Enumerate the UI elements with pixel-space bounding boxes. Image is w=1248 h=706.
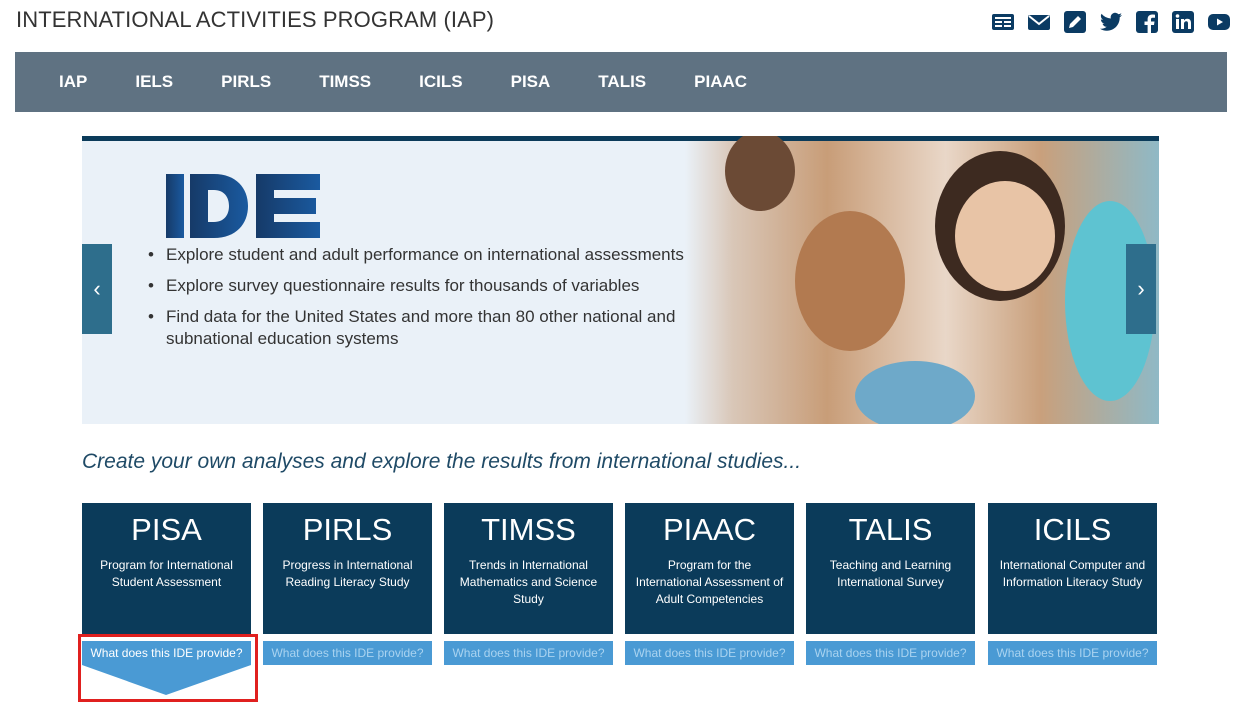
provide-button-icils[interactable]: What does this IDE provide? bbox=[988, 641, 1157, 665]
nav-item-pirls[interactable]: PIRLS bbox=[221, 72, 271, 92]
carousel-next-button[interactable]: › bbox=[1126, 244, 1156, 334]
card-piaac[interactable]: PIAAC Program for the International Asse… bbox=[625, 503, 794, 634]
card-pisa[interactable]: PISA Program for International Student A… bbox=[82, 503, 251, 634]
card-full-name: Progress in International Reading Litera… bbox=[282, 558, 413, 589]
card-full-name: Program for the International Assessment… bbox=[635, 558, 784, 606]
hero-bullet: Find data for the United States and more… bbox=[148, 306, 686, 350]
card-timss[interactable]: TIMSS Trends in International Mathematic… bbox=[444, 503, 613, 634]
card-abbr: PISA bbox=[131, 512, 202, 547]
card-full-name: Teaching and Learning International Surv… bbox=[829, 558, 952, 589]
social-links bbox=[990, 10, 1232, 34]
tagline: Create your own analyses and explore the… bbox=[82, 450, 802, 473]
card-abbr: PIRLS bbox=[302, 512, 393, 547]
card-talis[interactable]: TALIS Teaching and Learning Internationa… bbox=[806, 503, 975, 634]
nav-item-timss[interactable]: TIMSS bbox=[319, 72, 371, 92]
linkedin-icon[interactable] bbox=[1170, 10, 1196, 34]
hero-photo bbox=[685, 136, 1159, 424]
carousel-prev-button[interactable]: ‹ bbox=[82, 244, 112, 334]
card-icils[interactable]: ICILS International Computer and Informa… bbox=[988, 503, 1157, 634]
provide-button-piaac[interactable]: What does this IDE provide? bbox=[625, 641, 794, 665]
card-pirls[interactable]: PIRLS Progress in International Reading … bbox=[263, 503, 432, 634]
nav-item-icils[interactable]: ICILS bbox=[419, 72, 462, 92]
hero-bullet: Explore survey questionnaire results for… bbox=[148, 275, 686, 297]
main-nav: IAP IELS PIRLS TIMSS ICILS PISA TALIS PI… bbox=[15, 52, 1227, 112]
card-abbr: PIAAC bbox=[662, 512, 757, 547]
site-title: INTERNATIONAL ACTIVITIES PROGRAM (IAP) bbox=[16, 7, 495, 32]
provide-button-timss[interactable]: What does this IDE provide? bbox=[444, 641, 613, 665]
hero-carousel: Explore student and adult performance on… bbox=[82, 136, 1159, 424]
nav-item-iap[interactable]: IAP bbox=[59, 72, 87, 92]
nav-item-pisa[interactable]: PISA bbox=[511, 72, 551, 92]
nav-item-talis[interactable]: TALIS bbox=[598, 72, 646, 92]
provide-button-pirls[interactable]: What does this IDE provide? bbox=[263, 641, 432, 665]
youtube-icon[interactable] bbox=[1206, 10, 1232, 34]
nav-item-piaac[interactable]: PIAAC bbox=[694, 72, 747, 92]
ide-logo bbox=[166, 174, 320, 238]
card-abbr: ICILS bbox=[1033, 512, 1112, 547]
facebook-icon[interactable] bbox=[1134, 10, 1160, 34]
news-icon[interactable] bbox=[990, 10, 1016, 34]
hero-bullets: Explore student and adult performance on… bbox=[148, 244, 686, 359]
chevron-left-icon: ‹ bbox=[93, 276, 101, 301]
mail-icon[interactable] bbox=[1026, 10, 1052, 34]
card-abbr: TALIS bbox=[848, 512, 933, 547]
card-full-name: International Computer and Information L… bbox=[999, 558, 1146, 589]
card-full-name: Trends in International Mathematics and … bbox=[459, 558, 598, 606]
hero-bullet: Explore student and adult performance on… bbox=[148, 244, 686, 266]
highlight-box bbox=[78, 634, 258, 702]
provide-button-talis[interactable]: What does this IDE provide? bbox=[806, 641, 975, 665]
edit-icon[interactable] bbox=[1062, 10, 1088, 34]
card-abbr: TIMSS bbox=[481, 512, 576, 547]
twitter-icon[interactable] bbox=[1098, 10, 1124, 34]
nav-item-iels[interactable]: IELS bbox=[135, 72, 173, 92]
chevron-right-icon: › bbox=[1137, 276, 1145, 301]
card-full-name: Program for International Student Assess… bbox=[100, 558, 233, 589]
